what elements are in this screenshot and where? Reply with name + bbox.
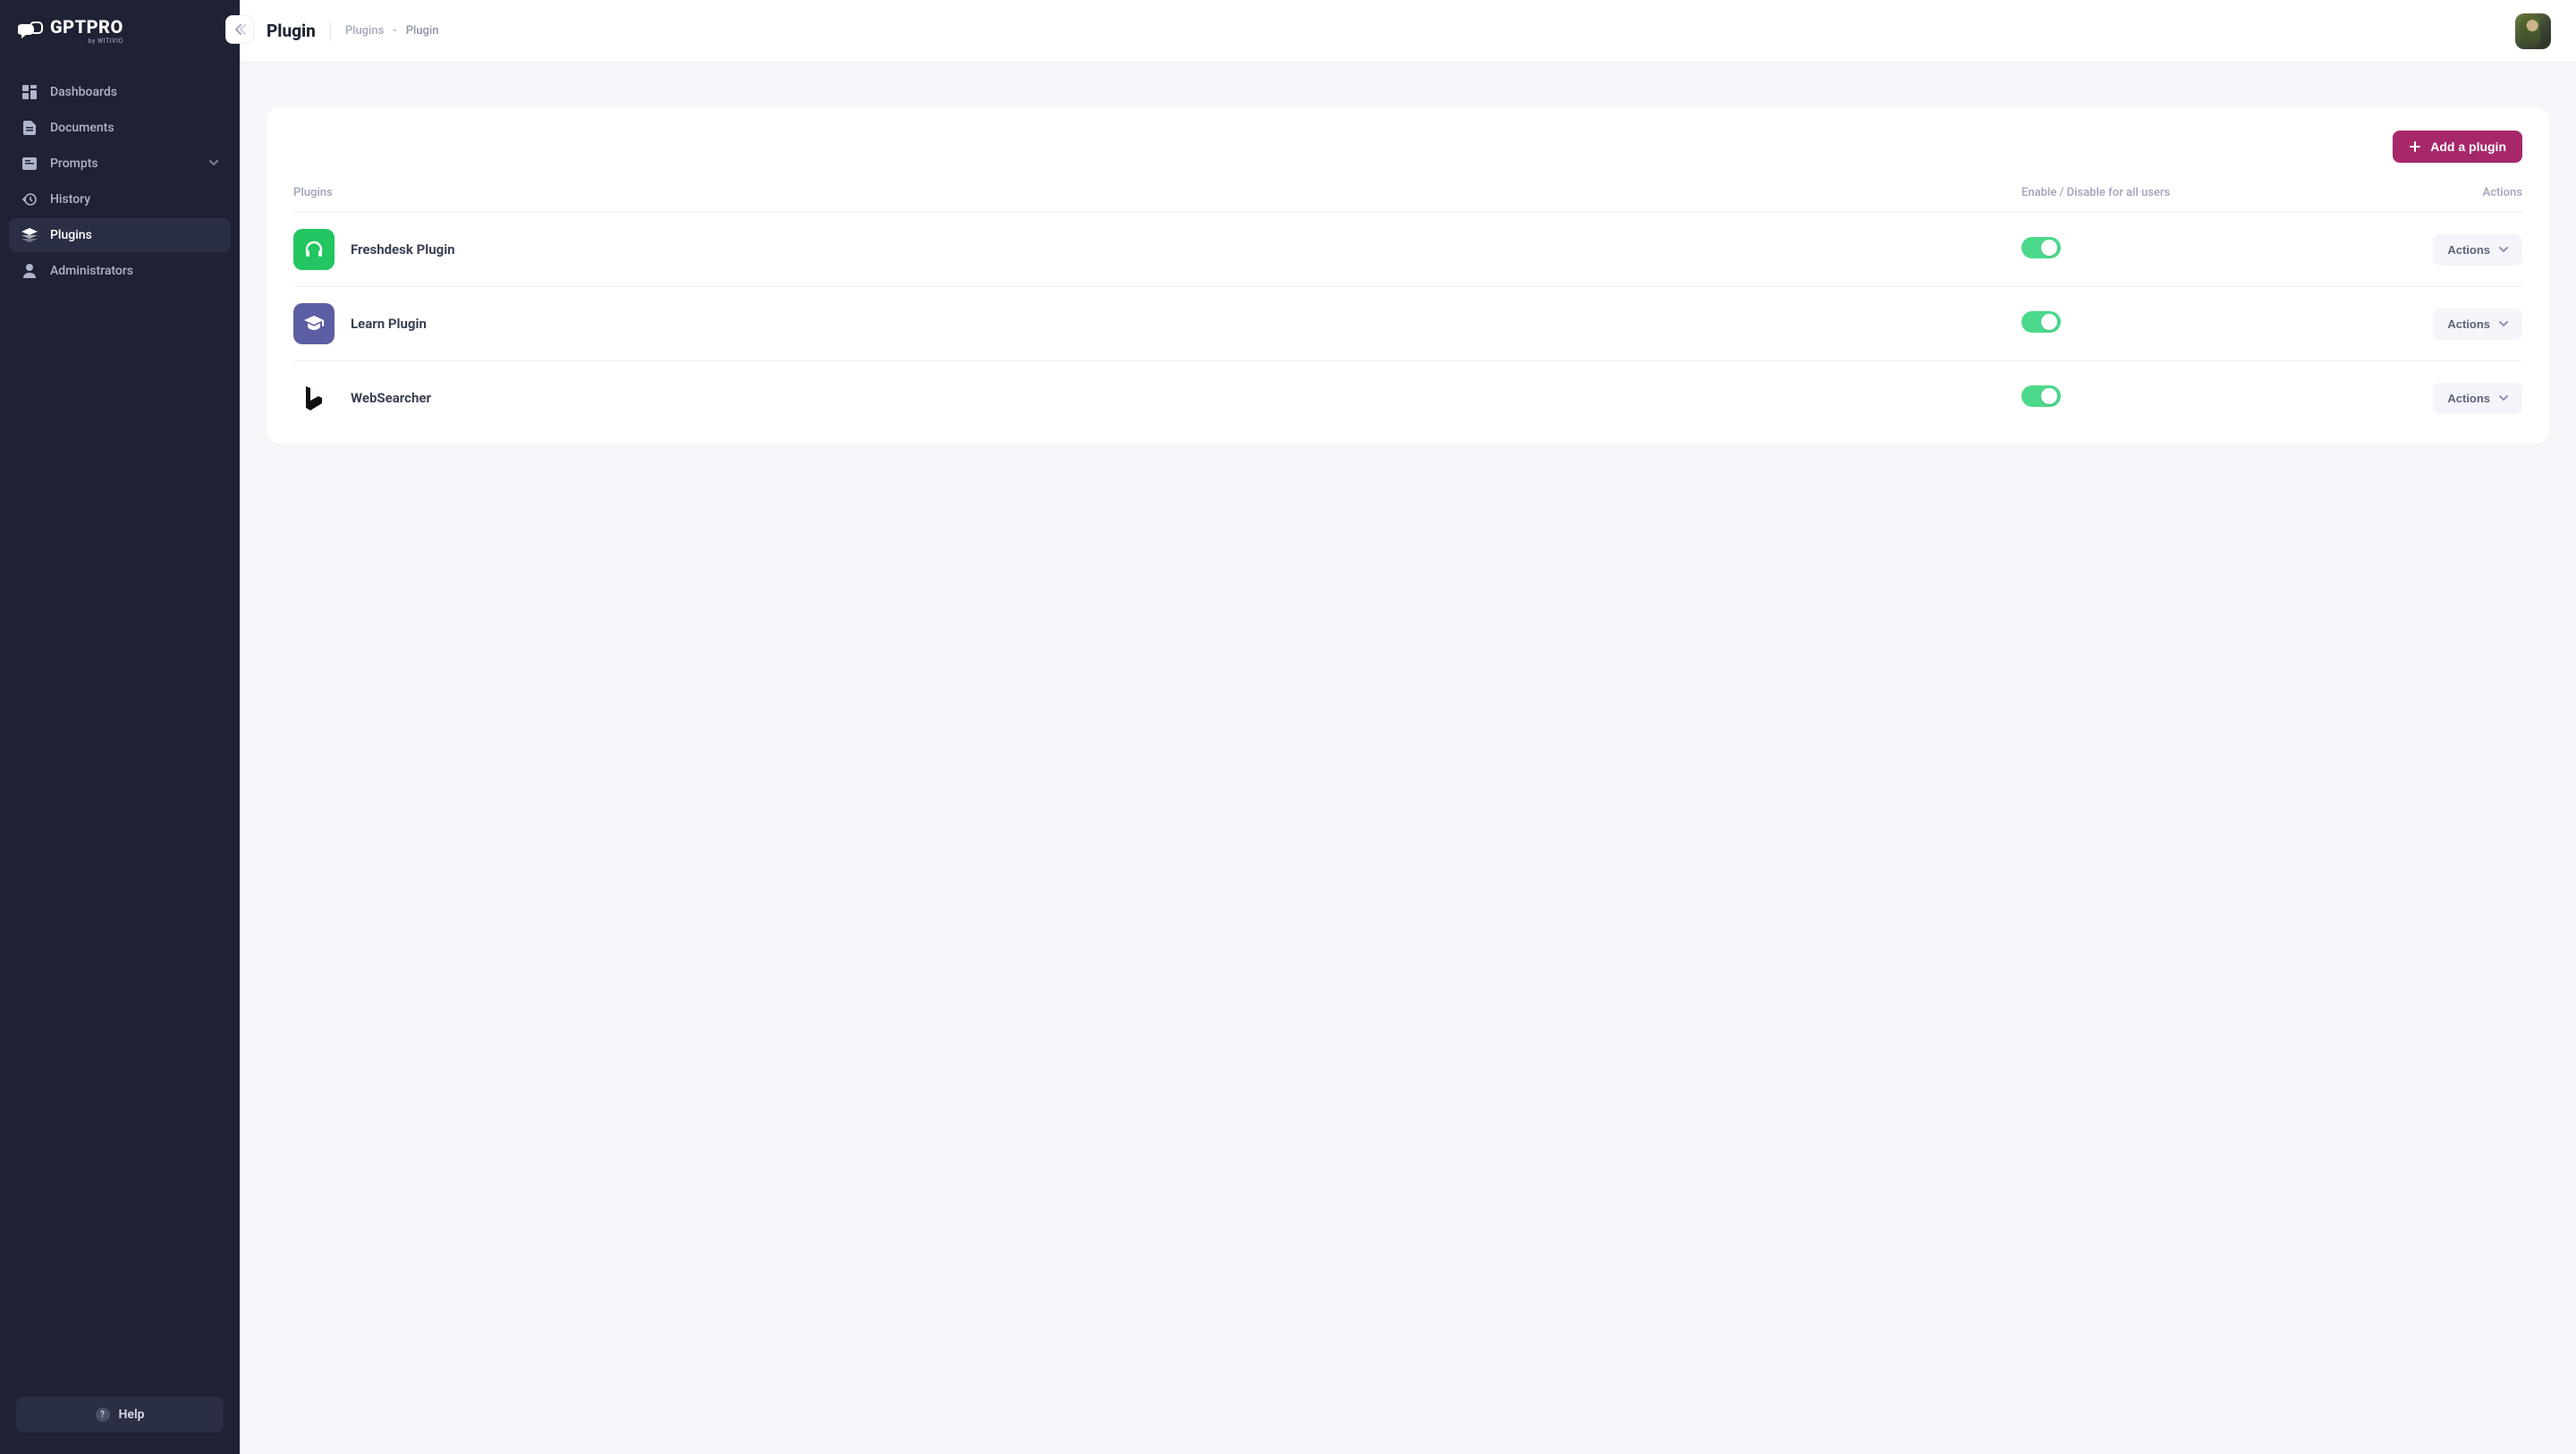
sidebar-item-prompts[interactable]: Prompts — [9, 147, 231, 181]
sidebar-item-administrators[interactable]: Administrators — [9, 254, 231, 288]
sidebar: GPTPRO by WITIVIO Dashboards Documents — [0, 0, 240, 1454]
plus-icon — [2409, 140, 2421, 153]
chevron-down-icon — [2499, 393, 2508, 402]
headphones-icon — [293, 229, 335, 270]
user-avatar[interactable] — [2515, 13, 2551, 49]
breadcrumb-current: Plugin — [406, 24, 439, 38]
add-plugin-button[interactable]: Add a plugin — [2393, 131, 2522, 163]
plugin-name: WebSearcher — [351, 390, 431, 406]
row-actions-label: Actions — [2447, 317, 2490, 331]
page-content: Add a plugin Plugins Enable / Disable fo… — [240, 63, 2576, 1454]
dashboards-icon — [21, 84, 38, 100]
sidebar-item-label: Plugins — [50, 228, 92, 242]
brand-byline: by WITIVIO — [89, 38, 123, 45]
help-icon: ? — [96, 1408, 110, 1422]
sidebar-item-label: History — [50, 192, 90, 207]
documents-icon — [21, 120, 38, 136]
help-button[interactable]: ? Help — [16, 1397, 224, 1433]
table-header: Plugins Enable / Disable for all users A… — [293, 186, 2522, 212]
breadcrumb-divider — [330, 21, 331, 41]
row-actions-button[interactable]: Actions — [2433, 383, 2522, 414]
logo-icon — [18, 21, 43, 42]
sidebar-nav: Dashboards Documents Prompts — [0, 63, 240, 1384]
row-actions-label: Actions — [2447, 243, 2490, 257]
brand-logo[interactable]: GPTPRO by WITIVIO — [0, 0, 240, 63]
sidebar-item-documents[interactable]: Documents — [9, 111, 231, 145]
chevron-down-icon — [2499, 245, 2508, 254]
breadcrumb: Plugins - Plugin — [345, 24, 439, 38]
plugins-icon — [21, 227, 38, 243]
brand-name: GPTPRO — [50, 18, 123, 36]
sidebar-item-history[interactable]: History — [9, 182, 231, 216]
col-actions-header: Actions — [2343, 186, 2522, 199]
sidebar-collapse-button[interactable] — [225, 15, 254, 44]
help-label: Help — [119, 1408, 145, 1422]
row-actions-button[interactable]: Actions — [2433, 309, 2522, 340]
col-plugins-header: Plugins — [293, 186, 2021, 199]
sidebar-item-label: Documents — [50, 121, 114, 135]
plugin-row: Learn Plugin Actions — [293, 286, 2522, 360]
plugin-name: Freshdesk Plugin — [351, 241, 455, 258]
sidebar-item-plugins[interactable]: Plugins — [9, 218, 231, 252]
plugin-row: Freshdesk Plugin Actions — [293, 212, 2522, 286]
sidebar-item-label: Prompts — [50, 156, 98, 171]
add-plugin-label: Add a plugin — [2430, 139, 2506, 154]
enable-toggle[interactable] — [2021, 311, 2061, 333]
administrators-icon — [21, 263, 38, 279]
enable-toggle[interactable] — [2021, 237, 2061, 258]
sidebar-item-label: Dashboards — [50, 85, 117, 99]
breadcrumb-separator: - — [393, 24, 396, 38]
sidebar-item-dashboards[interactable]: Dashboards — [9, 75, 231, 109]
plugins-panel: Add a plugin Plugins Enable / Disable fo… — [267, 107, 2549, 444]
graduation-cap-icon — [293, 303, 335, 344]
breadcrumb-root[interactable]: Plugins — [345, 24, 384, 38]
row-actions-button[interactable]: Actions — [2433, 234, 2522, 266]
history-icon — [21, 191, 38, 207]
plugin-name: Learn Plugin — [351, 316, 427, 332]
col-enable-header: Enable / Disable for all users — [2021, 186, 2343, 199]
page-title: Plugin — [267, 21, 316, 41]
top-bar: Plugin Plugins - Plugin — [240, 0, 2576, 63]
prompts-icon — [21, 156, 38, 172]
chevron-down-icon — [2499, 319, 2508, 328]
plugin-row: WebSearcher Actions — [293, 360, 2522, 435]
bing-icon — [293, 377, 335, 418]
sidebar-item-label: Administrators — [50, 264, 133, 278]
row-actions-label: Actions — [2447, 392, 2490, 405]
chevron-down-icon — [209, 156, 218, 171]
enable-toggle[interactable] — [2021, 385, 2061, 407]
